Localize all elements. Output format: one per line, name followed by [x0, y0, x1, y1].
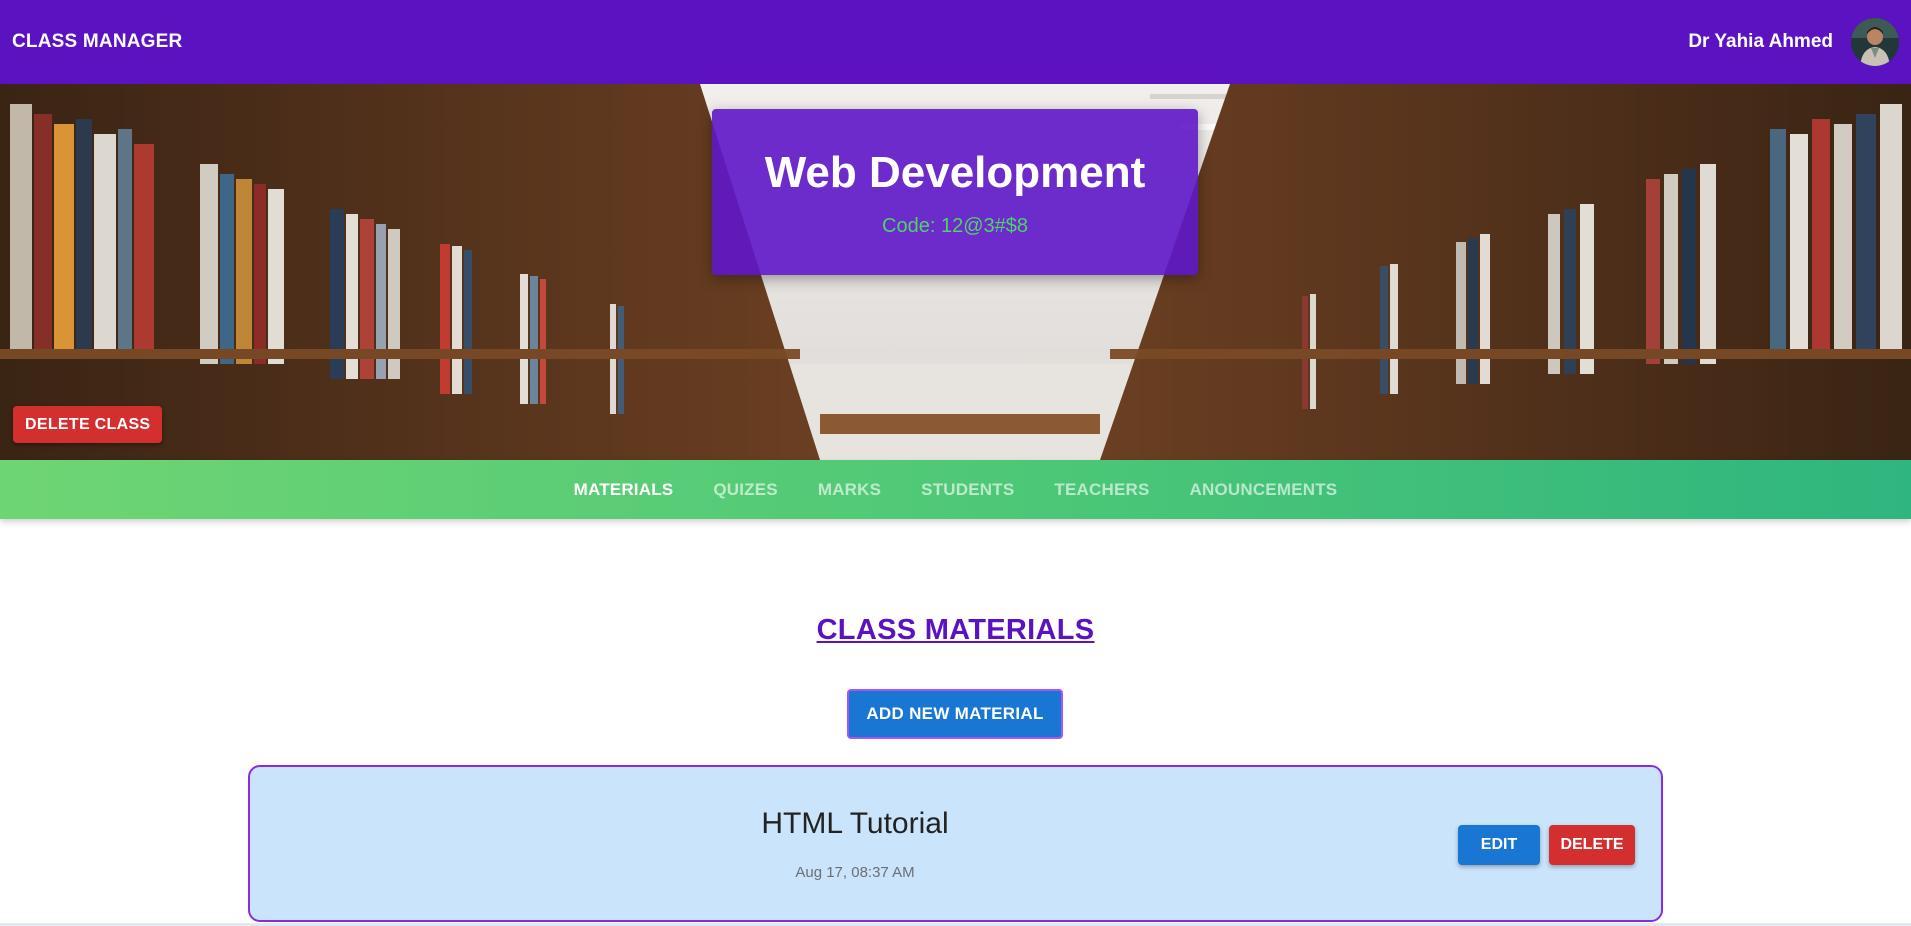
tab-anouncements[interactable]: ANOUNCEMENTS: [1170, 480, 1358, 500]
class-info-card: Web Development Code: 12@3#$8: [712, 109, 1198, 275]
class-title: Web Development: [764, 148, 1146, 197]
user-name: Dr Yahia Ahmed: [1688, 31, 1833, 52]
tab-teachers[interactable]: TEACHERS: [1034, 480, 1169, 500]
material-card[interactable]: HTML Tutorial Aug 17, 08:37 AM EDIT DELE…: [248, 765, 1663, 922]
edit-material-button[interactable]: EDIT: [1458, 825, 1540, 865]
user-avatar-icon: [1851, 18, 1899, 66]
app-brand[interactable]: CLASS MANAGER: [12, 31, 182, 53]
delete-material-button[interactable]: DELETE: [1549, 825, 1635, 865]
avatar[interactable]: [1851, 18, 1899, 66]
user-menu[interactable]: Dr Yahia Ahmed: [1688, 18, 1899, 66]
app-bar: CLASS MANAGER Dr Yahia Ahmed: [0, 0, 1911, 84]
class-banner: Web Development Code: 12@3#$8 DELETE CLA…: [0, 84, 1911, 460]
tab-materials[interactable]: MATERIALS: [554, 480, 694, 500]
add-material-button[interactable]: ADD NEW MATERIAL: [847, 689, 1063, 739]
tab-marks[interactable]: MARKS: [798, 480, 901, 500]
tab-students[interactable]: STUDENTS: [901, 480, 1034, 500]
class-code: Code: 12@3#$8: [882, 215, 1028, 237]
section-title: CLASS MATERIALS: [816, 614, 1095, 646]
tab-quizes[interactable]: QUIZES: [693, 480, 798, 500]
material-title[interactable]: HTML Tutorial: [250, 807, 1460, 841]
class-tabs: MATERIALS QUIZES MARKS STUDENTS TEACHERS…: [0, 460, 1911, 519]
material-date: Aug 17, 08:37 AM: [795, 864, 915, 881]
delete-class-button[interactable]: DELETE CLASS: [13, 406, 163, 443]
